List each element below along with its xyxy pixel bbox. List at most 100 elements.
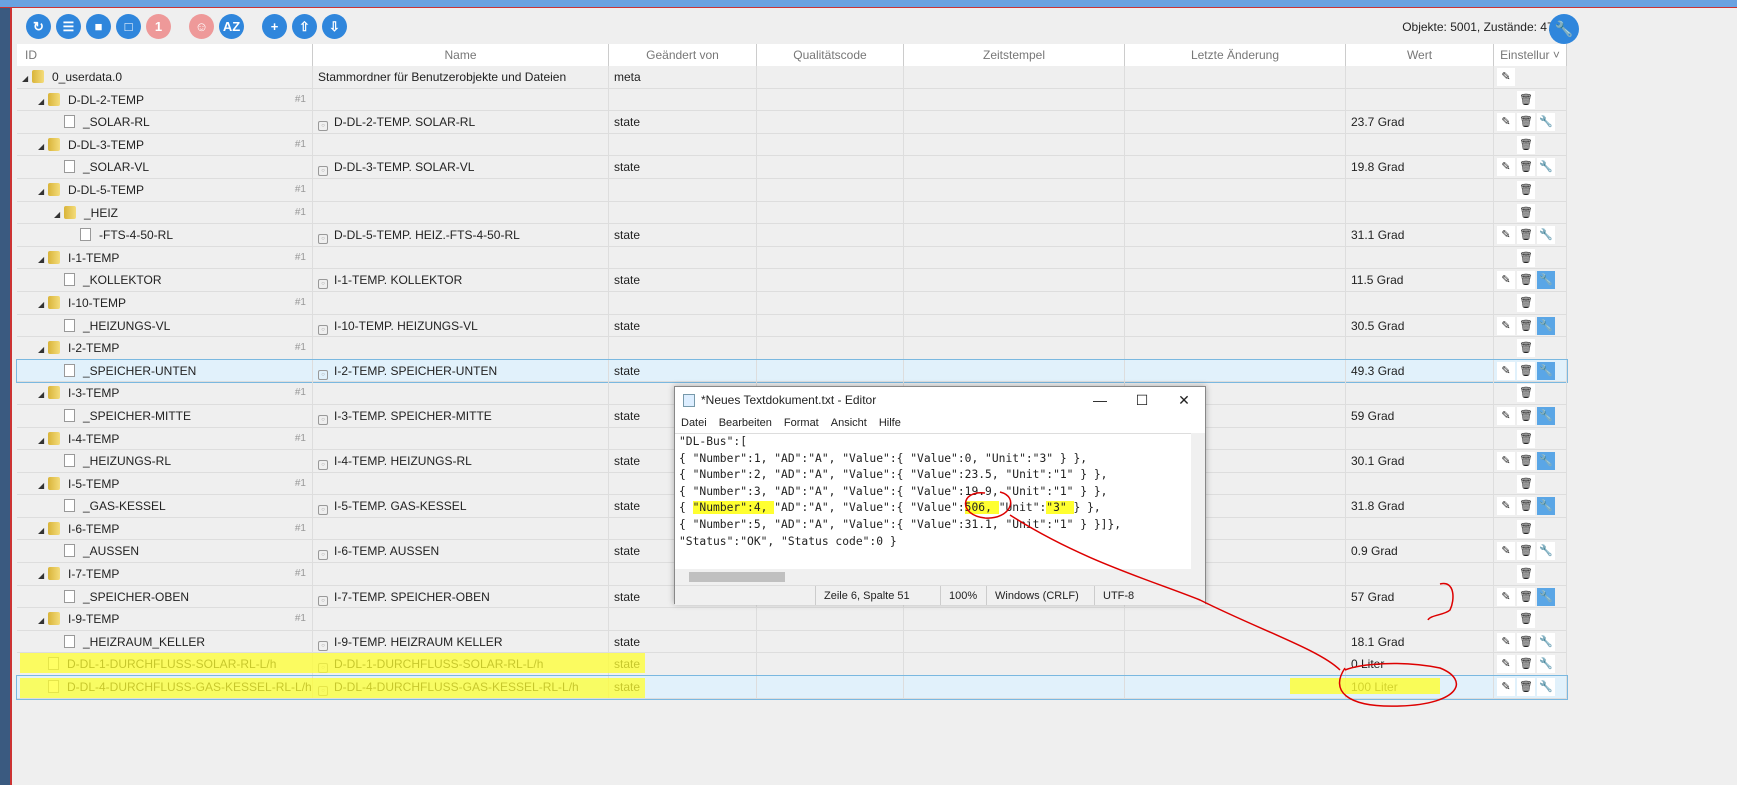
delete-button[interactable]: 🗑 — [1517, 316, 1535, 335]
expand-toggle-icon[interactable]: ◢ — [38, 430, 48, 450]
column-header[interactable]: ID — [17, 44, 313, 66]
delete-button[interactable]: 🗑 — [1517, 135, 1535, 154]
wrench-button[interactable]: 🔧 — [1537, 271, 1555, 290]
table-row[interactable]: _SOLAR-RL ○ D-DL-2-TEMP. SOLAR-RL state 23.7… — [17, 111, 1567, 134]
column-header[interactable]: Qualitätscode — [757, 44, 904, 66]
upload-button[interactable]: ⇧ — [292, 14, 317, 39]
delete-button[interactable]: 🗑 — [1517, 610, 1535, 629]
table-row[interactable]: ◢ I-2-TEMP #1 🗑 — [17, 337, 1567, 360]
edit-button[interactable]: ✎ — [1497, 678, 1515, 697]
expand-toggle-icon[interactable]: ◢ — [54, 204, 64, 224]
delete-button[interactable]: 🗑 — [1517, 90, 1535, 109]
folder-button[interactable]: ■ — [86, 14, 111, 39]
edit-button[interactable]: ✎ — [1497, 655, 1515, 674]
column-header[interactable]: Letzte Änderung — [1125, 44, 1346, 66]
table-row[interactable]: _SPEICHER-UNTEN ○ I-2-TEMP. SPEICHER-UNTEN… — [16, 358, 1568, 384]
table-row[interactable]: ◢ 0_userdata.0 Stammordner für Benutzerobj… — [17, 66, 1567, 89]
edit-button[interactable]: ✎ — [1497, 406, 1515, 425]
list-button[interactable]: ☰ — [56, 14, 81, 39]
close-button[interactable]: ✕ — [1163, 387, 1205, 413]
horizontal-scrollbar[interactable] — [675, 569, 1191, 585]
wrench-button[interactable]: 🔧 — [1537, 158, 1555, 177]
expand-toggle-icon[interactable]: ◢ — [38, 520, 48, 540]
user-settings-button[interactable]: ☺ — [189, 14, 214, 39]
table-row[interactable]: ◢ I-1-TEMP #1 🗑 — [17, 246, 1567, 270]
wrench-button[interactable]: 🔧 — [1537, 655, 1555, 674]
wrench-button[interactable]: 🔧 — [1537, 316, 1555, 335]
refresh-button[interactable]: ↻ — [26, 14, 51, 39]
edit-button[interactable]: ✎ — [1497, 113, 1515, 132]
table-row[interactable]: ◢ D-DL-5-TEMP #1 🗑 — [17, 178, 1567, 202]
expand-toggle-icon[interactable]: ◢ — [22, 68, 32, 88]
menu-format[interactable]: Format — [784, 413, 819, 433]
wrench-button[interactable]: 🔧 — [1537, 361, 1555, 380]
wrench-button[interactable]: 🔧 — [1537, 406, 1555, 425]
expand-toggle-icon[interactable]: ◢ — [38, 181, 48, 201]
delete-button[interactable]: 🗑 — [1517, 384, 1535, 403]
expand-toggle-icon[interactable]: ◢ — [38, 384, 48, 404]
delete-button[interactable]: 🗑 — [1517, 452, 1535, 471]
delete-button[interactable]: 🗑 — [1517, 655, 1535, 674]
expand-toggle-icon[interactable]: ◢ — [38, 249, 48, 269]
table-row[interactable]: ◢ I-9-TEMP #1 🗑 — [17, 608, 1567, 631]
delete-button[interactable]: 🗑 — [1517, 180, 1535, 199]
delete-button[interactable]: 🗑 — [1517, 519, 1535, 538]
edit-button[interactable]: ✎ — [1497, 542, 1515, 561]
add-button[interactable]: + — [262, 14, 287, 39]
table-row[interactable]: _KOLLEKTOR ○ I-1-TEMP. KOLLEKTOR state 11.5 … — [17, 269, 1567, 292]
delete-button[interactable]: 🗑 — [1517, 429, 1535, 448]
edit-button[interactable]: ✎ — [1497, 361, 1515, 380]
edit-button[interactable]: ✎ — [1497, 316, 1515, 335]
delete-button[interactable]: 🗑 — [1517, 361, 1535, 380]
column-header[interactable]: Geändert von — [609, 44, 757, 66]
table-row[interactable]: ◢ D-DL-3-TEMP #1 🗑 — [17, 133, 1567, 157]
delete-button[interactable]: 🗑 — [1517, 632, 1535, 651]
table-row[interactable]: _SOLAR-VL ○ D-DL-3-TEMP. SOLAR-VL state 19.8… — [17, 156, 1567, 179]
delete-button[interactable]: 🗑 — [1517, 226, 1535, 245]
wrench-button[interactable]: 🔧 — [1537, 542, 1555, 561]
notepad-text-area[interactable]: "DL-Bus":[{ "Number":1, "AD":"A", "Value… — [675, 433, 1205, 569]
expand-toggle-icon[interactable]: ◢ — [38, 475, 48, 495]
delete-button[interactable]: 🗑 — [1517, 158, 1535, 177]
edit-button[interactable]: ✎ — [1497, 587, 1515, 606]
wrench-button[interactable]: 🔧 — [1537, 226, 1555, 245]
delete-button[interactable]: 🗑 — [1517, 565, 1535, 584]
expand-toggle-icon[interactable]: ◢ — [38, 339, 48, 359]
delete-button[interactable]: 🗑 — [1517, 497, 1535, 516]
expand-toggle-icon[interactable]: ◢ — [38, 91, 48, 111]
menu-hilfe[interactable]: Hilfe — [879, 413, 901, 433]
column-header[interactable]: Name — [313, 44, 609, 66]
settings-wrench-button[interactable]: 🔧 — [1549, 14, 1579, 44]
menu-ansicht[interactable]: Ansicht — [831, 413, 867, 433]
wrench-button[interactable]: 🔧 — [1537, 113, 1555, 132]
expand-toggle-icon[interactable]: ◢ — [38, 565, 48, 585]
maximize-button[interactable]: ☐ — [1121, 387, 1163, 413]
delete-button[interactable]: 🗑 — [1517, 113, 1535, 132]
expand-toggle-icon[interactable]: ◢ — [38, 294, 48, 314]
one-button[interactable]: 1 — [146, 14, 171, 39]
edit-button[interactable]: ✎ — [1497, 452, 1515, 471]
edit-button[interactable]: ✎ — [1497, 158, 1515, 177]
table-row[interactable]: ◢ I-10-TEMP #1 🗑 — [17, 291, 1567, 315]
delete-button[interactable]: 🗑 — [1517, 203, 1535, 222]
column-header[interactable]: Einstellur ˅ — [1494, 44, 1567, 66]
delete-button[interactable]: 🗑 — [1517, 339, 1535, 358]
minimize-button[interactable]: — — [1079, 387, 1121, 413]
delete-button[interactable]: 🗑 — [1517, 406, 1535, 425]
edit-button[interactable]: ✎ — [1497, 271, 1515, 290]
folder-open-button[interactable]: □ — [116, 14, 141, 39]
wrench-button[interactable]: 🔧 — [1537, 497, 1555, 516]
delete-button[interactable]: 🗑 — [1517, 587, 1535, 606]
edit-button[interactable]: ✎ — [1497, 632, 1515, 651]
edit-button[interactable]: ✎ — [1497, 68, 1515, 86]
menu-datei[interactable]: Datei — [681, 413, 707, 433]
notepad-titlebar[interactable]: *Neues Textdokument.txt - Editor — ☐ ✕ — [675, 387, 1205, 413]
delete-button[interactable]: 🗑 — [1517, 542, 1535, 561]
edit-button[interactable]: ✎ — [1497, 497, 1515, 516]
vertical-scrollbar[interactable] — [1191, 433, 1205, 585]
download-button[interactable]: ⇩ — [322, 14, 347, 39]
sort-az-button[interactable]: AZ — [219, 14, 244, 39]
column-header[interactable]: Wert — [1346, 44, 1494, 66]
table-row[interactable]: ◢ _HEIZ #1 🗑 — [17, 201, 1567, 225]
delete-button[interactable]: 🗑 — [1517, 678, 1535, 697]
